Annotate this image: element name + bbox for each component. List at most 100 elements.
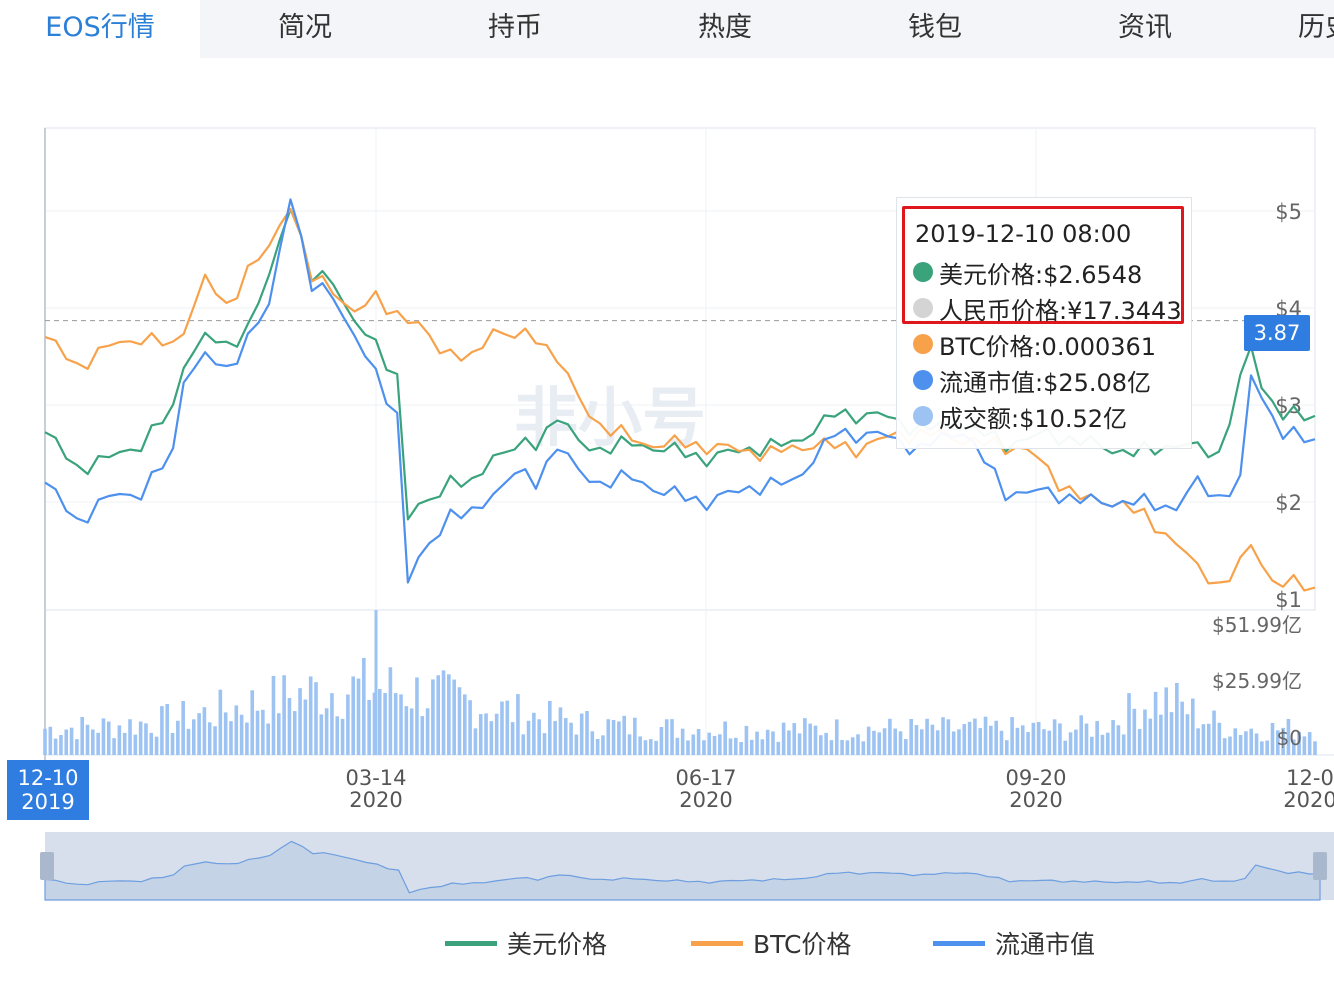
volume-bar (973, 718, 977, 755)
volume-bar (1042, 729, 1046, 755)
volume-bar (643, 740, 648, 755)
volume-bar (1020, 725, 1025, 755)
volume-bar (346, 694, 350, 755)
x-tick-date: 06-17 (675, 766, 736, 790)
volume-bar (122, 732, 127, 755)
volume-bar (569, 722, 573, 755)
volume-bar (808, 723, 812, 755)
volume-bar (702, 740, 706, 755)
volume-bar (548, 700, 552, 755)
volume-bar (1212, 710, 1216, 755)
volume-bar (452, 679, 456, 755)
volume-bar (1222, 738, 1227, 755)
volume-bar (447, 674, 451, 755)
x-tick-date: 12-0 (1286, 766, 1334, 790)
volume-bar (266, 723, 270, 755)
volume-bar (585, 711, 589, 755)
legend-market-cap[interactable]: 流通市值 (933, 926, 1095, 960)
volume-bar (191, 719, 196, 755)
volume-bar (1063, 740, 1068, 755)
volume-bar (957, 729, 961, 755)
volume-bar (611, 719, 616, 755)
volume-bar (383, 693, 387, 755)
volume-bar (680, 728, 685, 755)
volume-bar (128, 719, 132, 755)
volume-bar (1036, 721, 1041, 755)
tooltip-row-usd-price: 美元价格:$2.6548 (913, 255, 1142, 289)
cursor-date-badge: 12-10 2019 (7, 760, 89, 820)
volume-bar (64, 729, 69, 755)
volume-bar (1185, 714, 1190, 755)
volume-bar (1175, 682, 1179, 755)
volume-bar (393, 693, 398, 755)
volume-bar (1206, 723, 1211, 755)
legend-usd-price[interactable]: 美元价格 (445, 926, 607, 960)
volume-bar (351, 676, 356, 755)
volume-bar (1244, 731, 1248, 755)
volume-bar (813, 725, 818, 755)
volume-bar (558, 707, 563, 755)
volume-bar (797, 733, 802, 755)
volume-bar (1260, 741, 1264, 755)
usd-legend-icon (445, 940, 497, 946)
volume-bar (882, 728, 887, 755)
volume-bar (1217, 722, 1222, 755)
volume-bar (1238, 735, 1243, 755)
volume-bar (1116, 725, 1121, 755)
price-chart[interactable]: 非小号$5$4$3$2$1$51.99亿$25.99亿$003-14202006… (0, 0, 1334, 982)
volume-bars (43, 657, 1317, 755)
usd-dot-icon (913, 262, 933, 282)
volume-bar (277, 713, 281, 755)
volume-bar (292, 711, 297, 755)
volume-bar (654, 740, 658, 755)
tooltip-row-cny-price: 人民币价格:¥17.3443 (913, 291, 1182, 325)
volume-bar (664, 719, 669, 755)
volume-bar (765, 729, 770, 755)
volume-bar (1159, 714, 1163, 755)
market-cap-dot-icon (913, 370, 933, 390)
volume-bar (356, 678, 361, 755)
volume-bar (601, 735, 605, 755)
volume-bar (1201, 724, 1206, 755)
volume-bar (553, 721, 557, 755)
volume-bar (1052, 719, 1057, 755)
volume-bar (1100, 734, 1105, 755)
volume-bar (590, 731, 595, 755)
volume-bar (367, 700, 371, 755)
volume-bar (431, 679, 435, 755)
volume-bar (792, 723, 797, 755)
volume-bar (744, 725, 749, 755)
volume-bar (319, 714, 324, 755)
volume-bar (287, 698, 292, 755)
volume-bar (106, 721, 111, 755)
volume-bar (1127, 693, 1131, 755)
volume-bar (223, 712, 228, 755)
volume-bar (935, 730, 940, 755)
volume-bar (1164, 687, 1169, 755)
volume-bar (978, 728, 983, 755)
volume-bar (335, 716, 340, 755)
volume-bar (1270, 723, 1275, 755)
volume-bar (234, 705, 239, 755)
legend-btc-price[interactable]: BTC价格 (691, 926, 851, 960)
volume-bar (170, 732, 175, 755)
volume-bar (1148, 718, 1153, 755)
volume-bar (362, 657, 366, 755)
volume-bar (1121, 734, 1126, 755)
volume-bar (468, 700, 472, 755)
volume-bar (415, 677, 419, 755)
volume-bar (1084, 723, 1089, 755)
volume-bar (526, 720, 531, 755)
volume-bar (399, 694, 403, 755)
volume-bar (197, 713, 201, 755)
volume-bar (250, 690, 255, 755)
volume-bar (930, 724, 935, 755)
volume-bar (207, 722, 212, 755)
volume-bar (776, 741, 781, 755)
volume-bar (494, 713, 499, 755)
volume-bar (1031, 722, 1036, 755)
volume-bar (983, 716, 988, 755)
volume-bar (1153, 691, 1158, 755)
volume-bar (1015, 727, 1020, 755)
volume-bar (898, 731, 903, 755)
